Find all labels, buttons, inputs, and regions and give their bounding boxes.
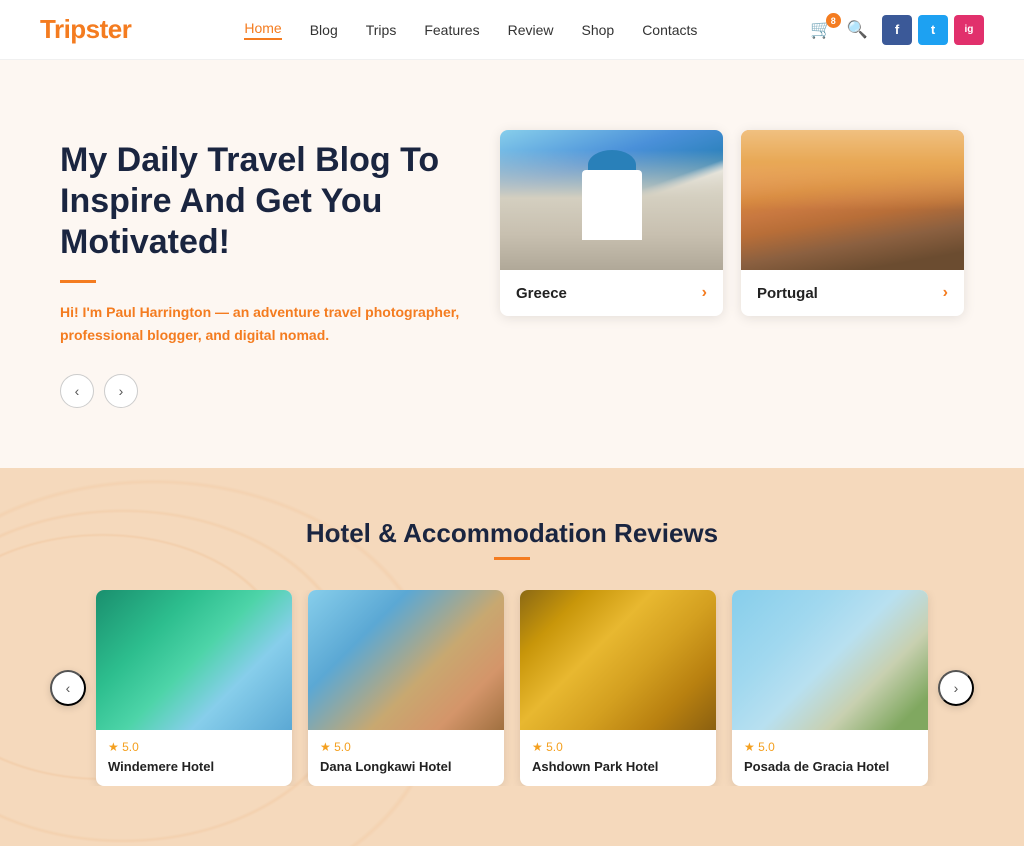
destination-card-greece[interactable]: Greece › — [500, 130, 723, 316]
hotel-card-body-0: ★ 5.0 Windemere Hotel — [96, 730, 292, 786]
hero-text: My Daily Travel Blog To Inspire And Get … — [60, 120, 460, 408]
destination-card-portugal[interactable]: Portugal › — [741, 130, 964, 316]
greece-arrow: › — [702, 284, 707, 302]
greece-label: Greece — [516, 285, 567, 302]
nav-review[interactable]: Review — [508, 22, 554, 38]
greece-image — [500, 130, 723, 270]
dome-decoration — [588, 150, 636, 180]
hero-author: Paul Harrington — [106, 304, 211, 320]
hotel-carousel: ‹ ★ 5.0 Windemere Hotel ★ 5.0 Dana Longk… — [0, 590, 1024, 786]
hotel-card-1[interactable]: ★ 5.0 Dana Longkawi Hotel — [308, 590, 504, 786]
header-right: 🛒 8 🔍 f t ig — [810, 15, 984, 45]
hero-next-button[interactable]: › — [104, 374, 138, 408]
portugal-image — [741, 130, 964, 270]
nav-features[interactable]: Features — [424, 22, 479, 38]
nav-home[interactable]: Home — [244, 20, 281, 40]
hotel-divider — [494, 557, 530, 560]
hotel-name-1: Dana Longkawi Hotel — [320, 759, 492, 774]
hotel-image-1 — [308, 590, 504, 730]
hotel-stars-2: ★ 5.0 — [532, 740, 704, 754]
nav-contacts[interactable]: Contacts — [642, 22, 697, 38]
hotel-image-2 — [520, 590, 716, 730]
portugal-label: Portugal — [757, 285, 818, 302]
hotel-name-2: Ashdown Park Hotel — [532, 759, 704, 774]
main-nav: Home Blog Trips Features Review Shop Con… — [244, 20, 697, 40]
nav-trips[interactable]: Trips — [366, 22, 397, 38]
hotel-section-title: Hotel & Accommodation Reviews — [0, 518, 1024, 549]
hero-bio: Hi! I'm Paul Harrington — an adventure t… — [60, 301, 460, 346]
hero-intro: Hi! I'm — [60, 304, 106, 320]
hotel-prev-button[interactable]: ‹ — [50, 670, 86, 706]
hotel-image-0 — [96, 590, 292, 730]
search-button[interactable]: 🔍 — [847, 20, 868, 40]
logo[interactable]: Tripster — [40, 14, 131, 45]
instagram-button[interactable]: ig — [954, 15, 984, 45]
hotel-section: Hotel & Accommodation Reviews ‹ ★ 5.0 Wi… — [0, 468, 1024, 846]
cart-badge: 8 — [826, 13, 841, 28]
hotel-next-button[interactable]: › — [938, 670, 974, 706]
hotel-card-body-2: ★ 5.0 Ashdown Park Hotel — [520, 730, 716, 786]
facebook-button[interactable]: f — [882, 15, 912, 45]
hotel-cards-container: ★ 5.0 Windemere Hotel ★ 5.0 Dana Longkaw… — [86, 590, 938, 786]
destination-cards: Greece › Portugal › — [500, 120, 964, 316]
hero-prev-button[interactable]: ‹ — [60, 374, 94, 408]
hotel-card-body-1: ★ 5.0 Dana Longkawi Hotel — [308, 730, 504, 786]
twitter-button[interactable]: t — [918, 15, 948, 45]
hotel-name-3: Posada de Gracia Hotel — [744, 759, 916, 774]
hotel-card-2[interactable]: ★ 5.0 Ashdown Park Hotel — [520, 590, 716, 786]
hero-divider — [60, 280, 96, 283]
portugal-label-row: Portugal › — [741, 270, 964, 316]
nav-shop[interactable]: Shop — [581, 22, 614, 38]
hotel-card-3[interactable]: ★ 5.0 Posada de Gracia Hotel — [732, 590, 928, 786]
hotel-stars-0: ★ 5.0 — [108, 740, 280, 754]
hero-navigation: ‹ › — [60, 374, 460, 408]
hotel-stars-1: ★ 5.0 — [320, 740, 492, 754]
greece-label-row: Greece › — [500, 270, 723, 316]
header: Tripster Home Blog Trips Features Review… — [0, 0, 1024, 60]
hotel-stars-3: ★ 5.0 — [744, 740, 916, 754]
logo-ter: ter — [100, 14, 132, 44]
cart-button[interactable]: 🛒 8 — [810, 19, 832, 40]
portugal-arrow: › — [943, 284, 948, 302]
social-links: f t ig — [882, 15, 984, 45]
hotel-card-body-3: ★ 5.0 Posada de Gracia Hotel — [732, 730, 928, 786]
logo-accent: Trip — [40, 14, 86, 44]
nav-blog[interactable]: Blog — [310, 22, 338, 38]
hotel-card-0[interactable]: ★ 5.0 Windemere Hotel — [96, 590, 292, 786]
hero-section: My Daily Travel Blog To Inspire And Get … — [0, 60, 1024, 468]
logo-rest: s — [86, 14, 100, 44]
hotel-image-3 — [732, 590, 928, 730]
hotel-name-0: Windemere Hotel — [108, 759, 280, 774]
hero-title: My Daily Travel Blog To Inspire And Get … — [60, 140, 460, 262]
